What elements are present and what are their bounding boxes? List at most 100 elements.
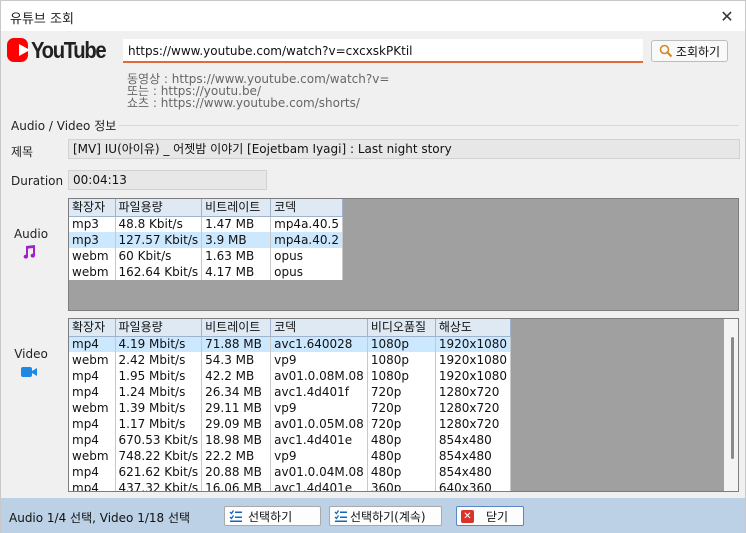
video-cell: 1920x1080 <box>435 336 512 352</box>
video-row[interactable]: mp4 4.19 Mbit/s 71.88 MB avc1.640028 1080p 19… <box>69 336 512 352</box>
audio-cell: opus <box>270 264 343 280</box>
video-cell: 720p <box>367 400 436 416</box>
video-row[interactable]: mp4 437.32 Kbit/s 16.06 MB avc1.4d401e 360p 6… <box>69 480 512 491</box>
checklist-icon <box>334 510 347 522</box>
select-button[interactable]: 선택하기 <box>224 506 321 526</box>
video-cell: 854x480 <box>435 432 512 448</box>
audio-cell: webm <box>69 248 116 264</box>
select-continue-button[interactable]: 선택하기(계속) <box>329 506 442 526</box>
video-cell: 480p <box>367 432 436 448</box>
video-cell: 621.62 Kbit/s <box>115 464 203 480</box>
video-cell: vp9 <box>270 448 368 464</box>
video-cell: 640x360 <box>435 480 512 491</box>
video-cell: avc1.4d401f <box>270 384 368 400</box>
video-cell: mp4 <box>69 464 116 480</box>
video-row[interactable]: webm 2.42 Mbit/s 54.3 MB vp9 1080p 1920x1080 <box>69 352 512 368</box>
select-continue-button-label: 선택하기(계속) <box>350 509 426 524</box>
audio-cell: 4.17 MB <box>201 264 272 280</box>
video-cell: avc1.4d401e <box>270 480 368 491</box>
video-row[interactable]: mp4 670.53 Kbit/s 18.98 MB avc1.4d401e 480p 8… <box>69 432 512 448</box>
video-cell: mp4 <box>69 480 116 491</box>
search-icon <box>659 44 673 58</box>
video-cell: 29.09 MB <box>201 416 272 432</box>
video-cell: vp9 <box>270 400 368 416</box>
video-grid[interactable]: 확장자 파일용량 비트레이트 코덱 비디오품질 해상도 mp4 4.19 Mbit/s 71.… <box>68 318 739 492</box>
video-cell: 42.2 MB <box>201 368 272 384</box>
video-cell: 1080p <box>367 368 436 384</box>
video-cell: avc1.640028 <box>270 336 368 352</box>
video-cell: 16.06 MB <box>201 480 272 491</box>
close-button[interactable]: ✕ 닫기 <box>456 506 524 526</box>
video-cell: 854x480 <box>435 448 512 464</box>
video-cell: webm <box>69 448 116 464</box>
close-button-label: 닫기 <box>486 509 509 524</box>
video-cell: 1280x720 <box>435 400 512 416</box>
video-column-header[interactable]: 확장자 <box>69 319 116 337</box>
audio-row[interactable]: webm 60 Kbit/s 1.63 MB opus <box>69 248 343 264</box>
video-camera-icon <box>21 367 37 377</box>
audio-column-header[interactable]: 비트레이트 <box>201 199 272 217</box>
url-input[interactable]: https://www.youtube.com/watch?v=cxcxskPK… <box>123 39 643 63</box>
audio-label: Audio <box>13 227 49 241</box>
close-icon: ✕ <box>461 509 474 523</box>
audio-cell: webm <box>69 264 116 280</box>
audio-table: 확장자 파일용량 비트레이트 코덱 mp3 48.8 Kbit/s 1.47 MB mp4a… <box>69 199 343 280</box>
audio-cell: 1.47 MB <box>201 216 272 232</box>
title-label: 제목 <box>11 145 34 159</box>
video-cell: 20.88 MB <box>201 464 272 480</box>
audio-column-header[interactable]: 확장자 <box>69 199 116 217</box>
audio-row[interactable]: mp3 48.8 Kbit/s 1.47 MB mp4a.40.5 <box>69 216 343 232</box>
selection-status: Audio 1/4 선택, Video 1/18 선택 <box>9 511 191 525</box>
video-column-header[interactable]: 파일용량 <box>115 319 203 337</box>
title-field: [MV] IU(아이유) _ 어젯밤 이야기 [Eojetbam Iyagi] … <box>68 139 740 159</box>
youtube-logo-text: YouTube <box>30 36 107 63</box>
video-cell: 1080p <box>367 352 436 368</box>
video-cell: 1280x720 <box>435 416 512 432</box>
audio-row[interactable]: webm 162.64 Kbit/s 4.17 MB opus <box>69 264 343 280</box>
video-column-header[interactable]: 해상도 <box>435 319 512 337</box>
video-cell: 854x480 <box>435 464 512 480</box>
audio-cell: 60 Kbit/s <box>115 248 203 264</box>
video-cell: avc1.4d401e <box>270 432 368 448</box>
video-scrollbar[interactable] <box>724 319 738 491</box>
video-cell: 1.39 Mbit/s <box>115 400 203 416</box>
video-row[interactable]: mp4 1.17 Mbit/s 29.09 MB av01.0.05M.08 720p 1… <box>69 416 512 432</box>
audio-cell: mp4a.40.2 <box>270 232 343 248</box>
app-window: 유튜브 조회 ✕ YouTube https://www.youtube.com… <box>0 0 746 533</box>
window-close-button[interactable]: ✕ <box>709 1 745 31</box>
video-cell: 4.19 Mbit/s <box>115 336 203 352</box>
audio-cell: opus <box>270 248 343 264</box>
video-column-header[interactable]: 비트레이트 <box>201 319 272 337</box>
video-cell: 18.98 MB <box>201 432 272 448</box>
video-row[interactable]: mp4 621.62 Kbit/s 20.88 MB av01.0.04M.08 480… <box>69 464 512 480</box>
audio-row[interactable]: mp3 127.57 Kbit/s 3.9 MB mp4a.40.2 <box>69 232 343 248</box>
audio-cell: 3.9 MB <box>201 232 272 248</box>
video-row[interactable]: mp4 1.24 Mbit/s 26.34 MB avc1.4d401f 720p 128… <box>69 384 512 400</box>
video-cell: 1.17 Mbit/s <box>115 416 203 432</box>
video-cell: 1080p <box>367 336 436 352</box>
video-row[interactable]: webm 1.39 Mbit/s 29.11 MB vp9 720p 1280x720 <box>69 400 512 416</box>
duration-label: Duration <box>11 174 64 188</box>
video-cell: 1.95 Mbit/s <box>115 368 203 384</box>
audio-column-header[interactable]: 파일용량 <box>115 199 203 217</box>
video-row[interactable]: webm 748.22 Kbit/s 22.2 MB vp9 480p 854x480 <box>69 448 512 464</box>
video-scrollbar-thumb[interactable] <box>731 337 734 459</box>
search-button[interactable]: 조회하기 <box>651 40 728 62</box>
duration-field: 00:04:13 <box>68 170 267 190</box>
window-title: 유튜브 조회 <box>10 12 74 27</box>
video-column-header[interactable]: 코덱 <box>270 319 368 337</box>
video-column-header[interactable]: 비디오품질 <box>367 319 436 337</box>
youtube-play-icon <box>7 38 30 62</box>
video-cell: av01.0.08M.08 <box>270 368 368 384</box>
video-row[interactable]: mp4 1.95 Mbit/s 42.2 MB av01.0.08M.08 1080p 1… <box>69 368 512 384</box>
video-cell: 71.88 MB <box>201 336 272 352</box>
video-label: Video <box>14 347 48 361</box>
video-cell: 1.24 Mbit/s <box>115 384 203 400</box>
video-cell: mp4 <box>69 336 116 352</box>
video-cell: 748.22 Kbit/s <box>115 448 203 464</box>
audio-grid[interactable]: 확장자 파일용량 비트레이트 코덱 mp3 48.8 Kbit/s 1.47 MB mp4a… <box>68 198 739 311</box>
video-cell: 22.2 MB <box>201 448 272 464</box>
audio-column-header[interactable]: 코덱 <box>270 199 343 217</box>
video-cell: mp4 <box>69 432 116 448</box>
audio-cell: mp4a.40.5 <box>270 216 343 232</box>
